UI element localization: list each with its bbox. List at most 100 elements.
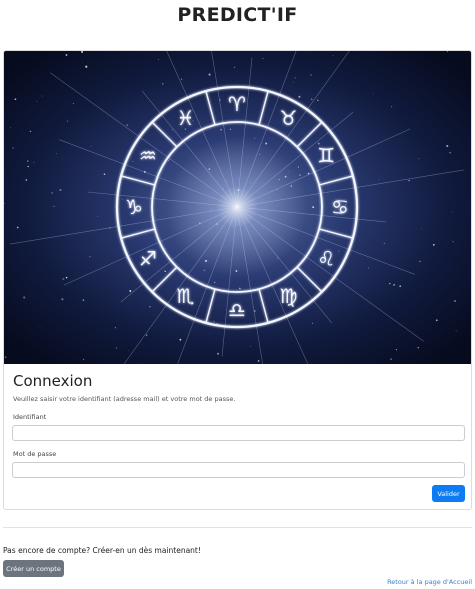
- star: [189, 139, 190, 141]
- star: [408, 179, 410, 182]
- star: [82, 358, 85, 361]
- password-input[interactable]: [12, 462, 465, 478]
- star: [297, 166, 299, 168]
- star: [156, 210, 158, 212]
- star: [234, 66, 236, 68]
- star: [9, 127, 11, 129]
- star: [158, 59, 159, 60]
- star: [214, 281, 216, 283]
- section-divider: [3, 527, 472, 528]
- zodiac-glyph: ♈︎: [228, 92, 246, 116]
- app-title: PREDICT'IF: [177, 4, 298, 26]
- star: [449, 152, 451, 154]
- star: [41, 95, 43, 97]
- star: [372, 93, 374, 95]
- star: [389, 282, 391, 285]
- star: [454, 299, 457, 303]
- star: [51, 191, 54, 194]
- star: [103, 173, 106, 176]
- zodiac-glyph: ♌︎: [317, 247, 335, 271]
- zodiac-glyph: ♋︎: [331, 195, 349, 219]
- star: [399, 285, 401, 287]
- star: [66, 120, 69, 122]
- star: [122, 199, 123, 200]
- star: [217, 352, 220, 355]
- zodiac-glyph: ♑︎: [125, 195, 143, 219]
- zodiac-glyph: ♐︎: [139, 247, 157, 271]
- star: [455, 330, 457, 332]
- star: [435, 319, 438, 322]
- star: [391, 106, 393, 108]
- star: [393, 284, 395, 286]
- star: [56, 153, 57, 155]
- star: [332, 55, 334, 56]
- zodiac-glyph: ♊︎: [317, 144, 335, 168]
- star: [25, 179, 28, 181]
- star: [161, 82, 164, 85]
- submit-button[interactable]: Valider: [432, 485, 465, 502]
- star: [311, 322, 313, 324]
- star: [29, 130, 32, 133]
- zodiac-glyph: ♎︎: [228, 298, 246, 322]
- star: [239, 287, 241, 290]
- star: [23, 296, 26, 299]
- star: [126, 124, 129, 126]
- star: [179, 338, 182, 341]
- star: [338, 250, 340, 252]
- create-account-button[interactable]: Créer un compte: [3, 560, 64, 577]
- star: [114, 327, 117, 329]
- star: [167, 160, 169, 161]
- star: [451, 211, 453, 213]
- star: [180, 78, 183, 81]
- star: [4, 356, 7, 359]
- star: [36, 101, 38, 102]
- star: [115, 347, 117, 349]
- star: [14, 98, 17, 101]
- star: [171, 128, 173, 130]
- star: [447, 51, 449, 53]
- zodiac-glyph: ♍︎: [280, 284, 298, 308]
- star: [65, 54, 68, 56]
- star: [82, 62, 84, 64]
- star: [378, 179, 380, 181]
- star: [96, 215, 99, 217]
- star: [294, 77, 297, 79]
- signup-prompt: Pas encore de compte? Créer-en un dès ma…: [3, 546, 201, 555]
- star: [145, 334, 148, 336]
- login-title: Connexion: [13, 372, 93, 390]
- star: [229, 128, 232, 131]
- star: [213, 320, 215, 323]
- star: [254, 137, 256, 139]
- star: [149, 306, 151, 308]
- star: [317, 99, 319, 102]
- star: [33, 161, 35, 163]
- star: [27, 160, 29, 162]
- star: [312, 206, 315, 209]
- star: [390, 358, 392, 361]
- star: [85, 65, 88, 68]
- star: [250, 345, 251, 347]
- username-input[interactable]: [12, 425, 465, 441]
- star: [65, 276, 68, 279]
- star: [132, 160, 134, 162]
- star: [418, 158, 420, 160]
- zodiac-glyph: ♉︎: [280, 106, 298, 130]
- back-home-link[interactable]: Retour à la page d'Accueil: [387, 578, 472, 586]
- login-instructions: Veuillez saisir votre identifiant (adres…: [13, 395, 236, 403]
- star: [419, 260, 421, 262]
- star: [452, 241, 454, 243]
- star: [129, 290, 132, 292]
- star: [293, 81, 294, 83]
- star: [262, 57, 264, 60]
- star: [12, 147, 14, 149]
- login-card: ♈︎ ♉︎ ♊︎ ♋︎ ♌︎ ♍︎ ♎︎ ♏︎ ♐︎ ♑︎ ♒︎ ♓︎ Connexion Veuil…: [3, 50, 472, 510]
- star: [367, 267, 369, 269]
- star: [383, 242, 386, 245]
- zodiac-glyph: ♓︎: [177, 106, 195, 130]
- star: [446, 144, 449, 148]
- star: [421, 228, 422, 230]
- star: [128, 350, 129, 351]
- center-glow: [167, 137, 307, 277]
- zodiac-glyph: ♒︎: [139, 144, 157, 168]
- star: [82, 299, 85, 301]
